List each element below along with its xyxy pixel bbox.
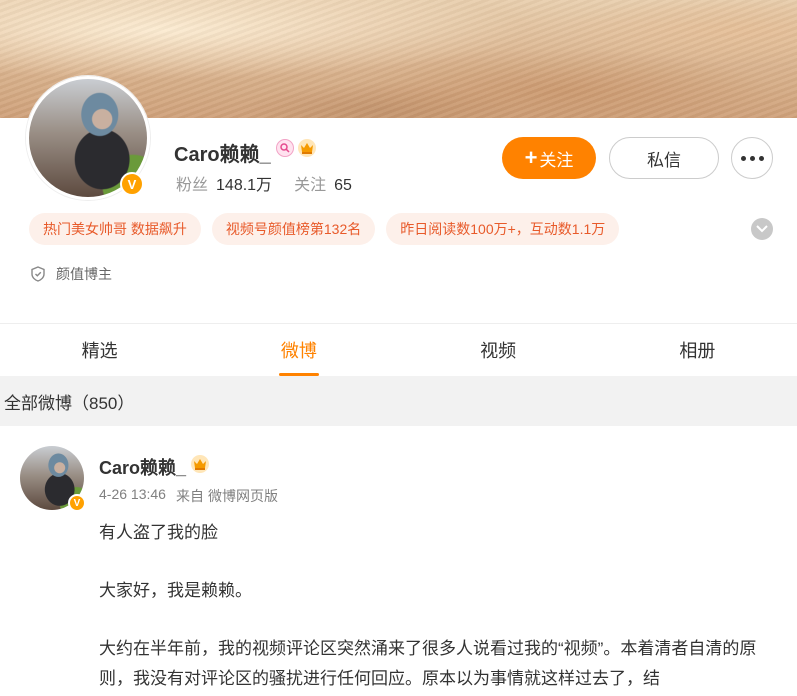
profile-tabs: 精选 微博 视频 相册 [0,324,797,376]
plus-icon: + [524,145,538,170]
tab-weibo[interactable]: 微博 [199,324,398,376]
post-paragraph: 大家好，我是赖赖。 [99,581,252,600]
post-meta: 4-26 13:46 来自 微博网页版 [99,486,278,506]
tab-videos[interactable]: 视频 [399,324,598,376]
profile-stats: 粉丝 148.1万 关注 65 [176,171,352,195]
followers-stat[interactable]: 粉丝 148.1万 [176,171,272,195]
more-dot [758,155,764,161]
followers-count: 148.1万 [216,177,273,194]
chevron-down-icon [756,225,768,233]
crown-icon[interactable] [191,455,209,473]
post-author-name[interactable]: Caro赖赖_ [99,454,186,480]
verified-info: 颜值博主 [30,264,112,284]
post-paragraph: 有人盗了我的脸 [99,523,218,542]
expand-tags-button[interactable] [751,218,773,240]
follow-button[interactable]: + 关注 [502,137,596,179]
message-button[interactable]: 私信 [609,137,719,179]
tag-hot-trend[interactable]: 热门美女帅哥 数据飙升 [29,213,201,245]
following-count: 65 [334,177,352,194]
following-label: 关注 [294,177,327,194]
more-options-button[interactable] [731,137,773,179]
verified-v-badge: V [68,494,86,512]
follow-button-label: 关注 [539,150,574,170]
post-source[interactable]: 微博网页版 [208,486,278,506]
tab-featured[interactable]: 精选 [0,324,199,376]
tab-albums[interactable]: 相册 [598,324,797,376]
post-source-prefix: 来自 [175,488,204,504]
shield-icon [31,266,45,282]
verified-label: 颜值博主 [56,266,112,282]
lens-badge-icon[interactable] [276,139,294,157]
post-paragraph: 大约在半年前，我的视频评论区突然涌来了很多人说看过我的“视频”。本着清者自清的原… [99,639,757,688]
profile-tags: 热门美女帅哥 数据飙升 视频号颜值榜第132名 昨日阅读数100万+，互动数1.… [29,213,620,245]
profile-name: Caro赖赖_ [174,144,271,166]
all-weibo-header: 全部微博（850） [0,376,797,426]
more-dot [749,155,755,161]
tag-ranking[interactable]: 视频号颜值榜第132名 [211,213,376,245]
following-stat[interactable]: 关注 65 [294,171,352,195]
followers-label: 粉丝 [176,177,209,194]
more-horizontal-icon [740,155,746,161]
post-content: 有人盗了我的脸 大家好，我是赖赖。 大约在半年前，我的视频评论区突然涌来了很多人… [99,518,789,694]
verified-v-badge: V [120,172,144,196]
tag-reads[interactable]: 昨日阅读数100万+，互动数1.1万 [386,213,620,245]
post-author-avatar[interactable]: V [20,446,86,512]
crown-icon[interactable] [298,139,316,157]
profile-avatar[interactable]: V [26,76,150,200]
post-time[interactable]: 4-26 13:46 [99,486,166,506]
